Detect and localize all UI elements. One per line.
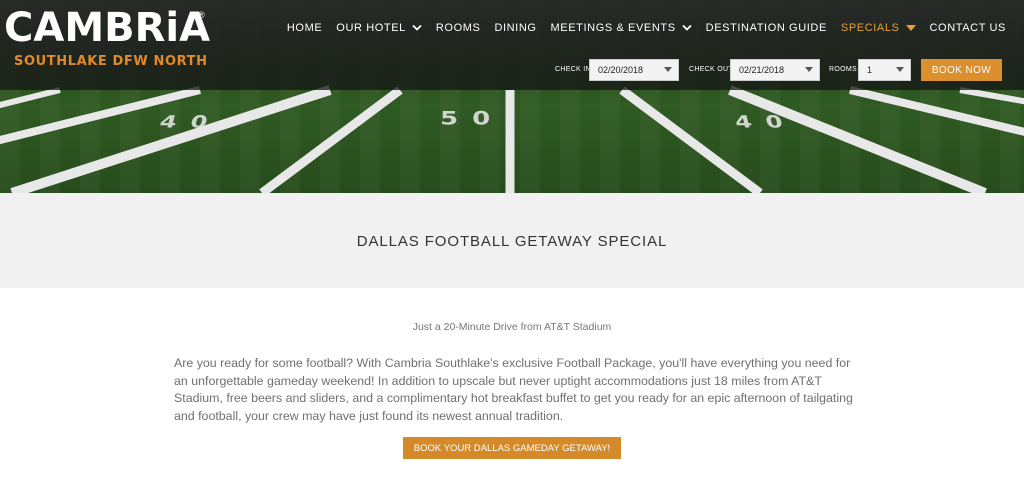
main-navigation: HOME OUR HOTEL ROOMS DINING MEETINGS & EVENT… — [273, 20, 1006, 36]
yard-number: 40 — [732, 112, 799, 132]
check-in-value: 02/20/2018 — [598, 65, 644, 75]
nav-item-our-hotel[interactable]: OUR HOTEL — [336, 22, 422, 34]
rooms-select[interactable]: 1 — [858, 59, 911, 81]
page-title: DALLAS FOOTBALL GETAWAY SPECIAL — [356, 233, 668, 250]
chevron-down-icon — [805, 67, 813, 72]
nav-item-rooms[interactable]: ROOMS — [436, 22, 481, 34]
nav-item-label: SPECIALS — [840, 22, 900, 34]
nav-item-label: DINING — [494, 22, 537, 34]
yard-number: 40 — [157, 112, 224, 132]
nav-item-label: DESTINATION GUIDE — [705, 22, 827, 34]
nav-item-dining[interactable]: DINING — [494, 22, 536, 34]
book-now-button[interactable]: BOOK NOW — [921, 59, 1002, 81]
body-paragraph: Are you ready for some football? With Ca… — [174, 356, 853, 423]
nav-item-specials[interactable]: SPECIALS — [841, 22, 916, 34]
nav-item-label: ROOMS — [435, 22, 481, 34]
site-header: CAMBRiA ® SOUTHLAKE DFW NORTH HOME OUR HO… — [0, 0, 1024, 90]
chevron-down-icon — [905, 25, 916, 31]
hero-image: 40 50 40 CAMBRiA ® SOUTHLAKE DFW NORTH HOM… — [0, 0, 1024, 193]
nav-item-home[interactable]: HOME — [287, 22, 322, 34]
check-out-value: 02/21/2018 — [739, 65, 785, 75]
nav-item-destination-guide[interactable]: DESTINATION GUIDE — [706, 22, 827, 34]
check-out-field[interactable]: 02/21/2018 — [730, 59, 820, 81]
nav-item-contact-us[interactable]: CONTACT US — [930, 22, 1007, 34]
title-band: DALLAS FOOTBALL GETAWAY SPECIAL — [0, 193, 1024, 288]
nav-item-label: CONTACT US — [929, 22, 1006, 34]
check-in-label: CHECK IN — [555, 66, 591, 73]
chevron-down-icon — [412, 24, 422, 31]
nav-item-label: HOME — [286, 22, 323, 34]
nav-item-label: MEETINGS & EVENTS — [550, 22, 676, 34]
registered-mark: ® — [198, 10, 205, 20]
booking-widget: CHECK IN 02/20/2018 CHECK OUT 02/21/2018… — [0, 59, 1024, 81]
nav-item-label: OUR HOTEL — [336, 22, 406, 34]
page-subtitle: Just a 20-Minute Drive from AT&T Stadium — [412, 321, 612, 333]
brand-name: CAMBRiA — [4, 5, 211, 51]
chevron-down-icon — [896, 67, 904, 72]
check-out-label: CHECK OUT — [689, 66, 733, 73]
rooms-label: ROOMS — [829, 66, 857, 73]
chevron-down-icon — [664, 67, 672, 72]
book-gameday-button[interactable]: BOOK YOUR DALLAS GAMEDAY GETAWAY! — [403, 437, 621, 459]
yard-number: 50 — [440, 108, 505, 130]
chevron-down-icon — [682, 24, 692, 31]
rooms-value: 1 — [867, 65, 873, 75]
check-in-field[interactable]: 02/20/2018 — [589, 59, 679, 81]
nav-item-meetings-events[interactable]: MEETINGS & EVENTS — [551, 22, 692, 34]
